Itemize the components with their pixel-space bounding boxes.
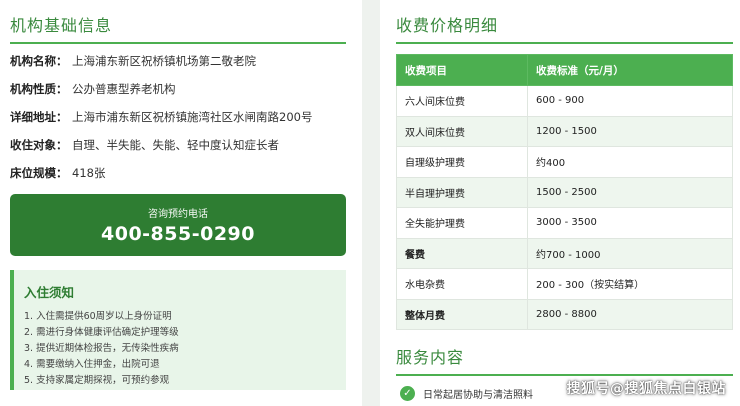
notice-item: 1. 入住需提供60周岁以上身份证明 [24,311,172,322]
fee-item: 六人间床位费 [396,85,528,117]
fee-price: 3000 - 3500 [527,207,733,239]
table-header-row: 收费项目 收费标准（元/月） [396,54,733,86]
fee-price: 200 - 300（按实结算） [527,268,733,300]
info-row-address: 详细地址： 上海市浦东新区祝桥镇施湾社区水闸南路200号 [10,110,346,124]
info-value: 上海市浦东新区祝桥镇施湾社区水闸南路200号 [72,110,313,124]
fees-table: 收费项目 收费标准（元/月） 六人间床位费 600 - 900 双人间床位费 1… [396,54,733,330]
table-row: 双人间床位费 1200 - 1500 [396,115,733,147]
fee-item: 整体月费 [396,298,528,330]
admission-notice: 入住须知 1. 入住需提供60周岁以上身份证明 2. 需进行身体健康评估确定护理… [10,270,346,390]
fees-title: 收费价格明细 [396,12,733,44]
header-item: 收费项目 [396,54,528,86]
fee-item: 水电杂费 [396,268,528,300]
notice-item: 3. 提供近期体检报告，无传染性疾病 [24,343,179,354]
table-row: 整体月费 2800 - 8800 [396,298,733,330]
fee-price: 约700 - 1000 [527,237,733,269]
notice-item: 4. 需要缴纳入住押金，出院可退 [24,359,160,370]
fee-price: 1200 - 1500 [527,115,733,147]
table-row: 六人间床位费 600 - 900 [396,85,733,117]
fee-item: 全失能护理费 [396,207,528,239]
fee-item: 半自理护理费 [396,176,528,208]
info-row-residents: 收住对象： 自理、半失能、失能、轻中度认知症长者 [10,138,346,152]
notice-item: 5. 支持家属定期探视，可预约参观 [24,375,170,386]
right-panel: 收费价格明细 收费项目 收费标准（元/月） 六人间床位费 600 - 900 双… [380,0,740,406]
table-row: 半自理护理费 1500 - 2500 [396,176,733,208]
info-value: 自理、半失能、失能、轻中度认知症长者 [72,138,279,152]
info-value: 418张 [72,166,106,180]
call-label: 咨询预约电话 [148,209,208,220]
basic-info-title: 机构基础信息 [10,12,346,44]
info-value: 公办普惠型养老机构 [72,82,176,96]
table-row: 自理级护理费 约400 [396,146,733,178]
fee-price: 约400 [527,146,733,178]
info-key: 收住对象： [10,138,68,152]
notice-title: 入住须知 [24,285,75,300]
left-panel: 机构基础信息 机构名称： 上海浦东新区祝桥镇机场第二敬老院 机构性质： 公办普惠… [0,0,362,406]
fee-item: 自理级护理费 [396,146,528,178]
fee-price: 2800 - 8800 [527,298,733,330]
info-row-type: 机构性质： 公办普惠型养老机构 [10,82,346,96]
service-label: 日常起居协助与清洁照料 [423,390,533,401]
info-row-name: 机构名称： 上海浦东新区祝桥镇机场第二敬老院 [10,54,346,68]
header-price: 收费标准（元/月） [527,54,733,86]
info-key: 详细地址： [10,110,68,124]
fee-price: 600 - 900 [527,85,733,117]
table-row: 餐费 约700 - 1000 [396,237,733,269]
fee-price: 1500 - 2500 [527,176,733,208]
table-row: 水电杂费 200 - 300（按实结算） [396,268,733,300]
info-row-beds: 床位规模： 418张 [10,166,346,180]
call-button[interactable]: 咨询预约电话 400-855-0290 [10,194,346,256]
services-title: 服务内容 [396,344,733,376]
watermark: 搜狐号@搜狐焦点白银站 [566,381,726,397]
info-value: 上海浦东新区祝桥镇机场第二敬老院 [72,54,256,68]
notice-item: 2. 需进行身体健康评估确定护理等级 [24,327,179,338]
info-key: 机构名称： [10,54,68,68]
info-key: 床位规模： [10,166,68,180]
phone-number[interactable]: 400-855-0290 [10,223,346,245]
fee-item: 餐费 [396,237,528,269]
info-key: 机构性质： [10,82,68,96]
table-row: 全失能护理费 3000 - 3500 [396,207,733,239]
fee-item: 双人间床位费 [396,115,528,147]
check-icon: ✓ [400,386,415,401]
